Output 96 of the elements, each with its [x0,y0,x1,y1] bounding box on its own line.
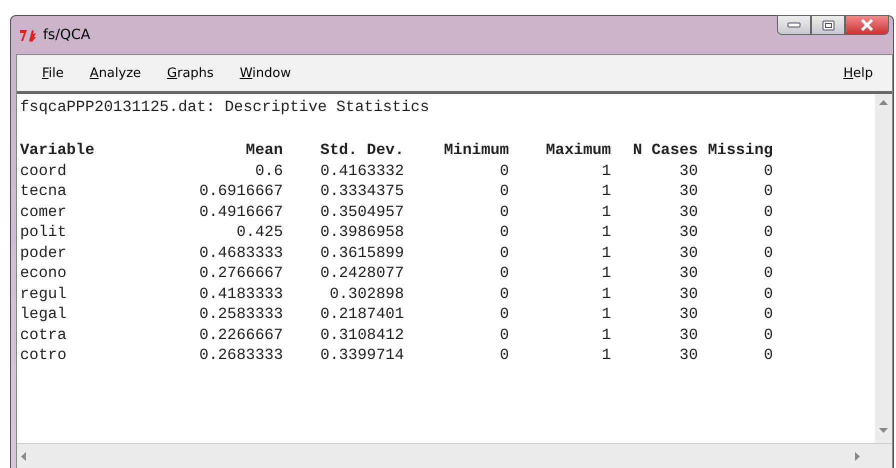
table-cell-text: 0.3504957 [319,202,404,222]
menu-item[interactable]: Help [836,64,880,82]
table-cell-text: econo [20,263,68,284]
table-cell-text: 0 [498,324,509,345]
minimize-icon [787,22,801,28]
maximize-button[interactable] [811,15,845,35]
menu-item[interactable]: Graphs [160,64,221,82]
table-cell-text: 0.425 [235,222,283,242]
table-cell-text: 0 [498,160,509,181]
scroll-up-icon [879,100,888,105]
table-cell-text: cotra [20,324,68,345]
table-cell-text: 30 [678,242,698,263]
table-cell-text: 0.2766667 [198,263,283,284]
maximize-icon [822,20,834,30]
table-cell-text: poder [20,242,68,263]
column-header: Mean [244,140,283,160]
table-cell-text: 30 [678,202,698,222]
table-cell-text: 0.3334375 [319,181,404,202]
output-heading: fsqcaPPP20131125.dat: Descriptive Statistics [20,98,430,118]
table-cell-text: 1 [600,284,611,304]
table-cell-text: coord [20,160,68,181]
column-header: Missing [706,140,773,160]
scroll-down-icon [879,428,888,433]
table-cell-text: 0 [498,284,509,304]
close-icon [860,19,874,31]
table-cell-text: 0.2266667 [198,324,283,345]
table-cell-text: 30 [678,263,698,284]
table-cell-text: 1 [600,242,611,263]
table-cell-text: legal [20,304,68,324]
horizontal-scrollbar[interactable] [17,443,892,468]
table-cell-text: 0 [498,242,509,263]
vertical-scrollbar[interactable] [875,94,892,443]
table-cell-text: 0 [498,345,509,366]
table-cell-text: 0.2583333 [198,304,283,324]
column-header: Maximum [544,140,611,160]
table-cell-text: 0.4683333 [198,242,283,263]
table-cell-text: 0 [498,304,509,324]
table-cell-text: 1 [600,304,611,324]
table-cell-text: 0 [498,222,509,242]
table-cell-text: 0.302898 [328,284,404,304]
table-cell-text: 0 [762,160,773,181]
table-cell-text: 0.2683333 [198,345,283,366]
table-cell-text: 0 [762,222,773,242]
table-cell-text: 0.3615899 [319,242,404,263]
table-cell-text: regul [20,284,68,304]
table-cell-text: 0 [762,181,773,202]
table-cell-text: 1 [600,263,611,284]
minimize-button[interactable] [777,15,811,35]
table-cell-text: 1 [600,324,611,345]
table-cell-text: 0.4183333 [198,284,283,304]
table-cell-text: cotro [20,345,68,366]
scroll-right-icon [855,452,860,460]
table-cell-text: 0 [498,181,509,202]
close-button[interactable] [845,15,889,35]
table-cell-text: 0.2187401 [319,304,404,324]
table-cell-text: 0.3986958 [319,222,404,242]
table-cell-text: 30 [678,160,698,181]
window-title: fs/QCA [43,27,90,43]
table-cell-text: tecna [20,181,68,202]
table-cell-text: 0 [762,202,773,222]
table-cell-text: 0 [762,304,773,324]
table-cell-text: 30 [678,345,698,366]
table-cell-text: 1 [600,160,611,181]
menu-item[interactable]: File [35,64,71,82]
table-cell-text: 1 [600,202,611,222]
table-cell-text: 0.4163332 [319,160,404,181]
table-cell-text: 0 [498,202,509,222]
column-header: Variable [20,140,96,160]
table-cell-text: 0.3108412 [319,324,404,345]
table-cell-text: 30 [678,324,698,345]
table-cell-text: 1 [600,181,611,202]
table-cell-text: 1 [600,222,611,242]
table-cell-text: 30 [678,181,698,202]
table-cell-text: 0 [762,324,773,345]
column-header: N Cases [632,140,698,160]
table-cell-text: 0.2428077 [319,263,404,284]
table-cell-text: 0.3399714 [319,345,404,366]
table-cell-text: 30 [678,284,698,304]
table-cell-text: 0 [762,345,773,366]
table-cell-text: comer [20,202,68,222]
table-cell-text: 1 [600,345,611,366]
menu-item[interactable]: Analyze [82,64,148,82]
menu-item[interactable]: Window [232,64,298,82]
table-cell-text: 0.6 [254,160,283,181]
column-header: Std. Dev. [319,140,404,160]
scroll-left-icon [21,452,26,460]
table-cell-text: 30 [678,222,698,242]
table-cell-text: 0.6916667 [198,181,283,202]
column-header: Minimum [442,140,509,160]
table-cell-text: 0 [762,242,773,263]
table-cell-text: 30 [678,304,698,324]
table-cell-text: 0 [498,263,509,284]
table-cell-text: 0 [762,263,773,284]
table-cell-text: 0.4916667 [198,202,283,222]
table-cell-text: polit [20,222,68,242]
table-cell-text: 0 [762,284,773,304]
